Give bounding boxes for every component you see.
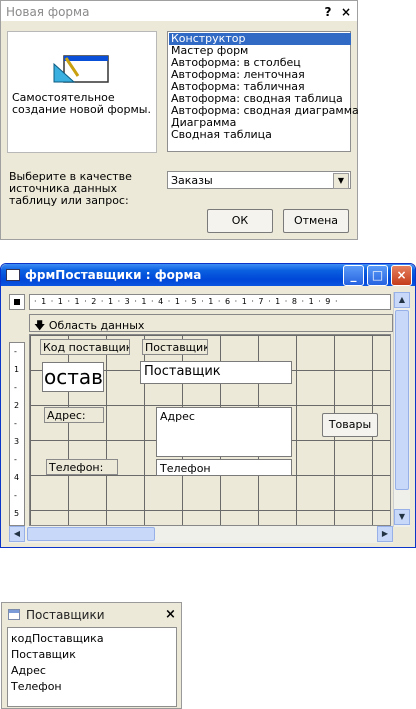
scroll-right-icon[interactable]: ▶ — [377, 526, 393, 542]
scroll-down-icon[interactable]: ▼ — [394, 509, 410, 525]
close-button[interactable]: × — [391, 265, 412, 286]
new-form-dialog: Новая форма ? × Самостоятельное создание… — [0, 0, 359, 240]
ruler-mark: 4 — [14, 473, 20, 482]
scroll-left-icon[interactable]: ◀ — [9, 526, 25, 542]
wizard-preview-panel: Самостоятельное создание новой формы. — [7, 31, 157, 153]
form-window-icon — [6, 269, 20, 281]
form-design-window: фрмПоставщики : форма _ □ × · 1 · 1 · 1 … — [0, 263, 416, 548]
scroll-up-icon[interactable]: ▲ — [394, 292, 410, 308]
maximize-button[interactable]: □ — [367, 265, 388, 286]
close-button[interactable]: × — [339, 6, 353, 19]
form-wizard-icon — [53, 55, 109, 83]
detail-section-header[interactable]: 🡇 Область данных — [29, 314, 393, 332]
ruler-mark: - — [14, 419, 17, 428]
supplier-field[interactable]: Поставщик — [140, 361, 292, 384]
field-list-title: Поставщики — [26, 608, 105, 622]
field-list-item[interactable]: Телефон — [11, 680, 62, 694]
ruler-mark: - — [14, 455, 17, 464]
ruler-mark: - — [14, 383, 17, 392]
cancel-button[interactable]: Отмена — [283, 209, 349, 233]
goods-button[interactable]: Товары — [322, 413, 378, 437]
field-list-item[interactable]: Поставщик — [11, 648, 76, 662]
phone-label[interactable]: Телефон: — [46, 459, 118, 475]
code-field[interactable]: оставщ — [42, 362, 104, 392]
close-icon[interactable]: × — [165, 607, 176, 622]
supplier-label[interactable]: Поставщик: — [142, 339, 208, 355]
phone-field[interactable]: Телефон — [156, 459, 292, 476]
vertical-ruler: - 1 - 2 - 3 - 4 - 5 — [9, 342, 25, 526]
source-select[interactable]: Заказы ▼ — [167, 171, 351, 189]
horizontal-ruler: · 1 · 1 · 1 · 2 · 1 · 3 · 1 · 4 · 1 · 5 … — [29, 294, 391, 310]
ruler-mark: 5 — [14, 509, 20, 518]
field-list-window: Поставщики × кодПоставщика Поставщик Адрес… — [1, 602, 182, 709]
form-selector[interactable] — [9, 294, 25, 310]
field-list-item[interactable]: кодПоставщика — [11, 632, 104, 646]
ruler-mark: - — [14, 347, 17, 356]
horizontal-scroll-thumb[interactable] — [27, 527, 155, 541]
field-list-item[interactable]: Адрес — [11, 664, 46, 678]
address-label[interactable]: Адрес: — [44, 407, 104, 423]
dialog-title: Новая форма — [1, 1, 357, 21]
design-grid[interactable]: Код поставщика: оставщ Поставщик: Постав… — [29, 334, 391, 526]
section-label: Область данных — [48, 319, 145, 332]
ruler-mark: 1 — [14, 365, 20, 374]
ruler-mark: 3 — [14, 437, 20, 446]
vertical-scrollbar[interactable]: ▲ ▼ — [393, 292, 410, 527]
address-field[interactable]: Адрес — [156, 407, 292, 457]
wizard-description: Самостоятельное создание новой формы. — [12, 91, 151, 116]
source-label: Выберите в качестве источника данных таб… — [9, 170, 132, 207]
ruler-mark: 2 — [14, 401, 20, 410]
minimize-button[interactable]: _ — [343, 265, 364, 286]
code-label[interactable]: Код поставщика: — [40, 339, 130, 355]
chevron-down-icon[interactable]: ▼ — [333, 173, 349, 189]
form-type-option[interactable]: Сводная таблица — [169, 129, 351, 141]
field-list[interactable]: кодПоставщика Поставщик Адрес Телефон — [7, 627, 177, 707]
horizontal-scrollbar[interactable]: ◀ ▶ — [9, 526, 393, 543]
ok-button[interactable]: ОК — [207, 209, 273, 233]
ruler-mark: - — [14, 491, 17, 500]
form-type-list[interactable]: Конструктор Мастер форм Автоформа: в столб… — [167, 31, 359, 152]
arrow-down-icon: 🡇 — [34, 319, 46, 332]
vertical-scroll-thumb[interactable] — [395, 310, 409, 490]
source-value: Заказы — [171, 174, 213, 187]
help-button[interactable]: ? — [321, 6, 335, 19]
